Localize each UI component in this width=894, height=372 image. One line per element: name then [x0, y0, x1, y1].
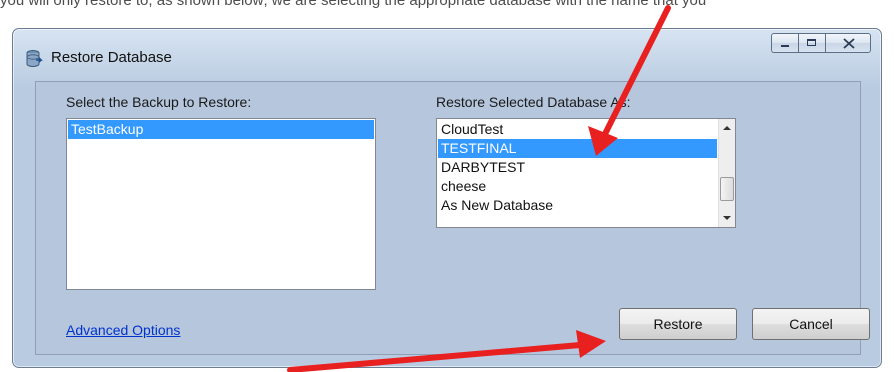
restore-as-listbox[interactable]: CloudTest TESTFINAL DARBYTEST cheese As … — [436, 118, 736, 228]
close-button[interactable] — [825, 33, 871, 53]
minimize-icon — [781, 45, 789, 47]
restore-button[interactable]: Restore — [619, 308, 737, 340]
backup-list-label: Select the Backup to Restore: — [66, 94, 252, 110]
advanced-options-link[interactable]: Advanced Options — [66, 322, 180, 338]
caption-buttons — [771, 33, 871, 53]
database-list-item[interactable]: CloudTest — [438, 120, 717, 139]
vertical-scrollbar[interactable] — [718, 119, 735, 227]
scrollbar-thumb[interactable] — [720, 177, 734, 201]
database-icon — [25, 49, 43, 67]
title-bar[interactable]: Restore Database — [13, 29, 881, 79]
instruction-text: you will only restore to, as shown below… — [0, 0, 707, 9]
maximize-button[interactable] — [798, 33, 825, 53]
restore-database-window: Restore Database Select the Backup to Re… — [12, 28, 882, 368]
restore-as-label: Restore Selected Database As: — [436, 94, 631, 110]
maximize-icon — [807, 39, 816, 46]
database-list-item[interactable]: cheese — [438, 177, 717, 196]
scroll-down-icon[interactable] — [723, 216, 731, 220]
minimize-button[interactable] — [771, 33, 798, 53]
scroll-up-icon[interactable] — [723, 126, 731, 130]
database-list-item[interactable]: As New Database — [438, 196, 717, 215]
backup-listbox[interactable]: TestBackup — [66, 118, 376, 290]
dialog-client-area: Select the Backup to Restore: TestBackup… — [35, 81, 870, 355]
restore-as-items: CloudTest TESTFINAL DARBYTEST cheese As … — [438, 120, 717, 215]
cancel-button[interactable]: Cancel — [752, 308, 870, 340]
database-list-item-selected[interactable]: TESTFINAL — [438, 139, 717, 158]
close-icon — [843, 38, 855, 49]
database-list-item[interactable]: DARBYTEST — [438, 158, 717, 177]
backup-list-item[interactable]: TestBackup — [68, 120, 374, 139]
window-title: Restore Database — [51, 49, 172, 66]
